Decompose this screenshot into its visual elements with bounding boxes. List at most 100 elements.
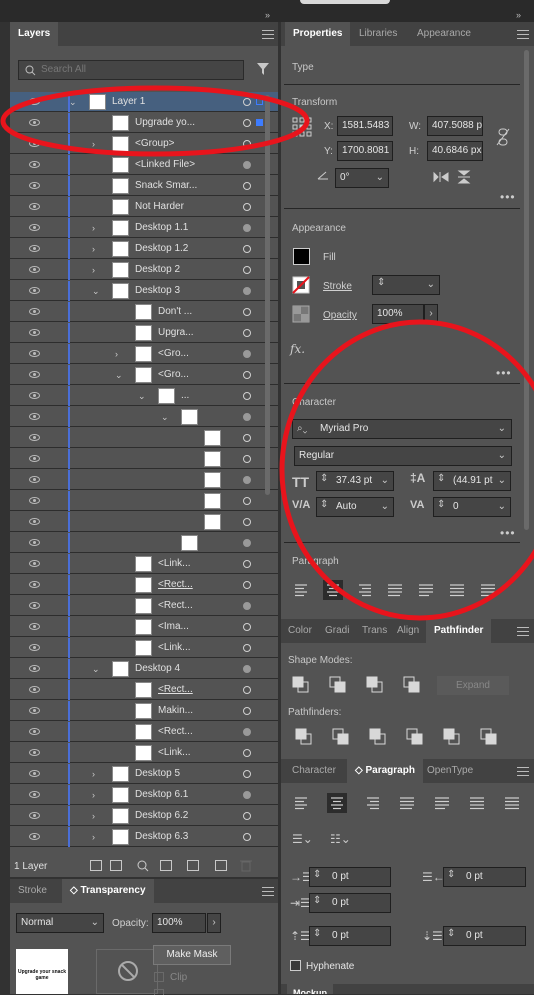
h-input[interactable]: 40.6846 px [427,141,483,161]
collapse-arrow-icon[interactable]: ⌄ [92,286,100,296]
collapse-right-icon[interactable]: » [516,10,521,20]
pathfinder-icon-5[interactable] [443,728,461,746]
target-circle-icon[interactable] [243,455,251,463]
visibility-eye-icon[interactable] [29,140,40,147]
right-indent-input[interactable]: ⇕ 0 pt [443,867,526,887]
x-input[interactable]: 1581.5483 [337,116,393,136]
layer-row[interactable]: <Ima... [10,617,278,637]
pathfinder-icon-2[interactable] [332,728,350,746]
font-style-select[interactable]: Regular ⌄ [294,446,512,466]
tab-properties[interactable]: Properties [285,22,351,46]
visibility-eye-icon[interactable] [29,266,40,273]
visibility-eye-icon[interactable] [29,287,40,294]
more-options-icon[interactable]: ••• [500,190,516,204]
properties-menu-icon[interactable] [517,30,529,39]
collapse-panels-icon[interactable]: » [265,10,270,20]
visibility-eye-icon[interactable] [29,161,40,168]
target-circle-icon[interactable] [243,98,251,106]
layer-row[interactable]: <Rect... [10,680,278,700]
expand-arrow-icon[interactable]: › [92,769,100,779]
layer-row[interactable]: › Desktop 6.1 [10,785,278,805]
visibility-eye-icon[interactable] [29,203,40,210]
visibility-eye-icon[interactable] [29,770,40,777]
tracking-input[interactable]: ⇕ 0 ⌄ [433,497,511,517]
props-align-icon-6[interactable] [447,580,467,600]
layer-row[interactable]: › Desktop 2 [10,260,278,280]
visibility-eye-icon[interactable] [29,791,40,798]
target-circle-icon[interactable] [243,350,251,358]
layer-row[interactable]: Upgra... [10,323,278,343]
layer-row[interactable]: ⌄ Layer 1 [10,92,278,112]
layer-row[interactable]: <Rect... [10,575,278,595]
y-input[interactable]: 1700.8081 [337,141,393,161]
target-circle-icon[interactable] [243,203,251,211]
tab-transparency-2[interactable]: Trans [358,619,391,643]
layer-row[interactable]: ⌄... [10,386,278,406]
target-circle-icon[interactable] [243,812,251,820]
pathfinder-icon-3[interactable] [369,728,387,746]
tab-opentype[interactable]: OpenType [419,759,481,783]
para-align-icon-1[interactable] [292,793,312,813]
kerning-input[interactable]: ⇕ Auto ⌄ [316,497,394,517]
layer-row[interactable]: <Linked File> [10,155,278,175]
layer-row[interactable]: <Rect... [10,596,278,616]
para-align-icon-2[interactable] [327,793,347,813]
props-align-icon-7[interactable] [478,580,498,600]
visibility-eye-icon[interactable] [29,350,40,357]
tab-color[interactable]: Color [284,619,316,643]
visibility-eye-icon[interactable] [29,560,40,567]
layer-row[interactable] [10,512,278,532]
bullets-control[interactable]: ☰⌄ ☷⌄ [292,832,362,850]
target-circle-icon[interactable] [243,644,251,652]
more-options-icon[interactable]: ••• [500,526,516,540]
layer-row[interactable]: ⌄ Desktop 4 [10,659,278,679]
properties-scrollbar[interactable] [524,50,529,530]
make-mask-button[interactable]: Make Mask [153,945,231,965]
target-circle-icon[interactable] [243,728,251,736]
visibility-eye-icon[interactable] [29,602,40,609]
layer-row[interactable] [10,533,278,553]
props-align-icon-4[interactable] [385,580,405,600]
target-circle-icon[interactable] [243,182,251,190]
tab-mockup[interactable]: Mockup [287,984,334,994]
target-circle-icon[interactable] [243,329,251,337]
expand-arrow-icon[interactable]: › [92,811,100,821]
shape-mode-icon-1[interactable] [292,676,310,694]
visibility-eye-icon[interactable] [29,665,40,672]
stroke-weight-input[interactable]: ⇕ ⌄ [372,275,440,295]
layer-row[interactable]: <Rect... [10,722,278,742]
target-circle-icon[interactable] [243,308,251,316]
tab-appearance[interactable]: Appearance [409,22,479,46]
layer-row[interactable]: › Desktop 5 [10,764,278,784]
target-circle-icon[interactable] [243,791,251,799]
layer-row[interactable]: › <Group> [10,134,278,154]
visibility-eye-icon[interactable] [29,245,40,252]
target-circle-icon[interactable] [243,539,251,547]
layer-row[interactable]: ⌄ Desktop 3 [10,281,278,301]
opacity-prop-input[interactable]: 100% [372,304,424,324]
target-circle-icon[interactable] [243,266,251,274]
target-circle-icon[interactable] [243,686,251,694]
layer-row[interactable]: Makin... [10,701,278,721]
flip-horizontal-icon[interactable] [433,171,449,183]
visibility-eye-icon[interactable] [29,728,40,735]
target-circle-icon[interactable] [243,518,251,526]
visibility-eye-icon[interactable] [29,812,40,819]
space-before-input[interactable]: ⇕ 0 pt [309,926,391,946]
target-circle-icon[interactable] [243,749,251,757]
target-circle-icon[interactable] [243,560,251,568]
tab-transparency[interactable]: ◇ Transparency [62,879,154,903]
transparency-menu-icon[interactable] [262,887,274,896]
target-circle-icon[interactable] [243,287,251,295]
visibility-eye-icon[interactable] [29,308,40,315]
target-circle-icon[interactable] [243,833,251,841]
expand-arrow-icon[interactable]: › [115,349,123,359]
fill-swatch[interactable] [293,248,310,265]
tab-pathfinder[interactable]: Pathfinder [426,619,492,643]
props-align-icon-3[interactable] [354,580,374,600]
visibility-eye-icon[interactable] [29,497,40,504]
visibility-eye-icon[interactable] [29,539,40,546]
target-circle-icon[interactable] [243,371,251,379]
delete-icon[interactable] [240,859,252,872]
selection-square-icon[interactable] [256,119,263,126]
